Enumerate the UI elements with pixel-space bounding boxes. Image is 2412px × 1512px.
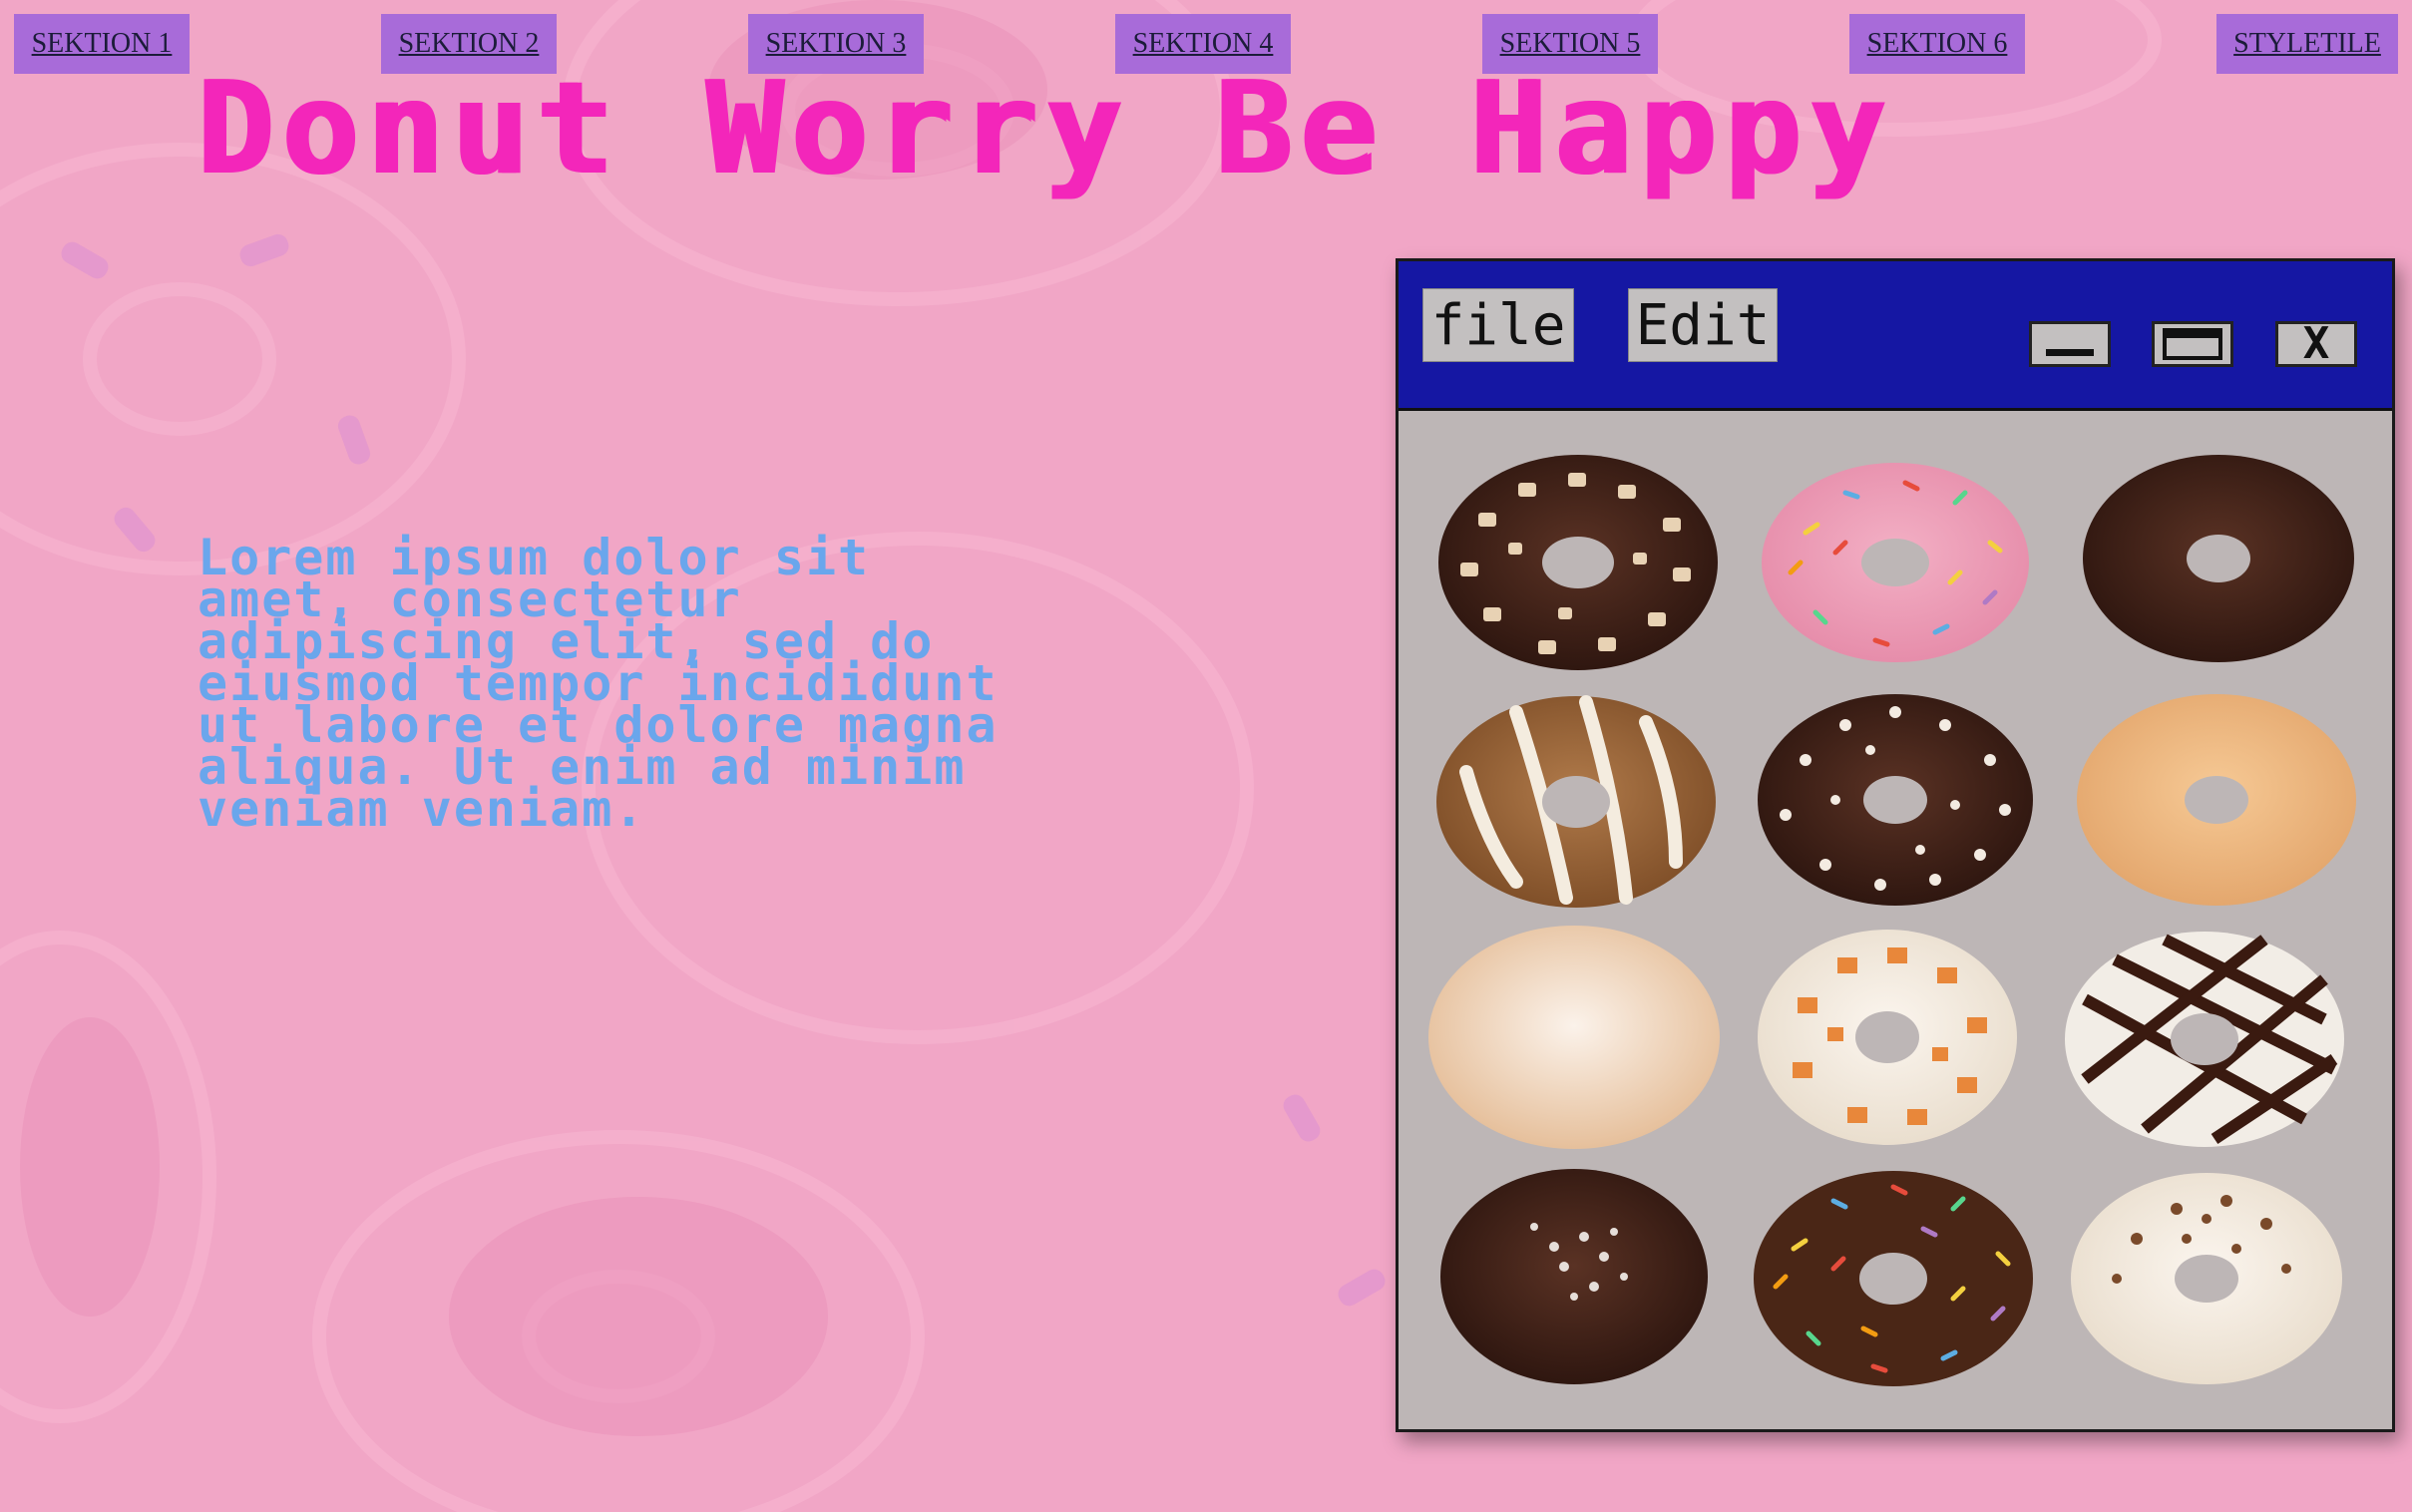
donut-white-striped: [1436, 695, 1716, 908]
donut-gallery-window: file Edit X: [1396, 258, 2395, 1432]
donut-rainbow-sprinkles: [1754, 1171, 2033, 1386]
donut-chocolate-drizzle: [2065, 932, 2344, 1147]
donut-powdered: [1428, 926, 1720, 1149]
donut-chocolate-nuts: [1438, 455, 1718, 670]
file-menu-button[interactable]: file: [1422, 288, 1574, 362]
close-button[interactable]: X: [2275, 321, 2357, 367]
window-titlebar[interactable]: file Edit X: [1399, 261, 2392, 411]
intro-paragraph: Lorem ipsum dolor sit amet, consectetur …: [198, 529, 999, 838]
maximize-icon: [2163, 328, 2222, 360]
donut-white-chocolate-shavings: [2071, 1173, 2342, 1384]
close-icon: X: [2302, 318, 2330, 369]
donut-pink-sprinkles: [1762, 463, 2029, 662]
page-title: Donut Worry Be Happy: [196, 55, 1893, 203]
donut-sugar-glazed: [2077, 694, 2356, 906]
minimize-button[interactable]: [2029, 321, 2111, 367]
donut-dark-chocolate: [2083, 455, 2354, 662]
edit-menu-button[interactable]: Edit: [1628, 288, 1778, 362]
donut-chocolate-white-bits: [1758, 694, 2033, 906]
donut-chocolate-coconut: [1440, 1169, 1708, 1384]
donut-gallery: [1399, 411, 2392, 1429]
donut-white-orange-bits: [1758, 930, 2017, 1145]
donut-grid: [1428, 455, 2356, 1386]
minimize-icon: [2046, 349, 2094, 356]
nav-tab-styletile[interactable]: STYLETILE: [2216, 14, 2398, 74]
maximize-button[interactable]: [2152, 321, 2233, 367]
nav-tab-sektion-1[interactable]: SEKTION 1: [14, 14, 190, 74]
